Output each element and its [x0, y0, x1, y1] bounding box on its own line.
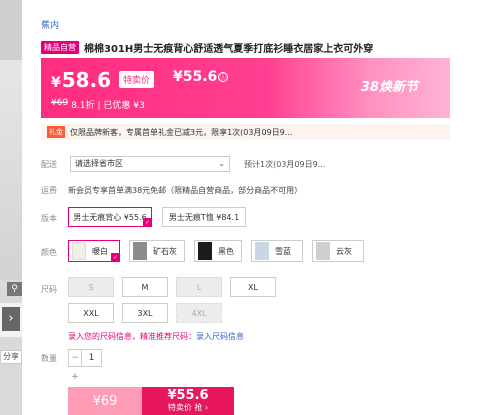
delivery-region-select[interactable]: 请选择省市区 ⌄ [70, 156, 230, 172]
color-option[interactable]: 雪蓝 [251, 240, 303, 262]
color-swatch [72, 242, 86, 260]
version-option[interactable]: 男士无痕背心 ¥55.6 [68, 207, 152, 227]
color-option[interactable]: 暖白 [68, 240, 120, 262]
color-option[interactable]: 矿石灰 [129, 240, 185, 262]
color-swatch [255, 242, 269, 260]
gallery-main-image[interactable] [0, 60, 22, 280]
gallery-next-arrow[interactable]: › [2, 307, 20, 331]
brand-tag: 精品自营 [41, 41, 79, 54]
size-help-text: 录入您的尺码信息，精准推荐尺码： [68, 332, 196, 341]
size-option[interactable]: XXL [68, 303, 114, 323]
special-price-value: ¥55.6 [173, 69, 218, 85]
buy-now-button[interactable]: ¥69 [68, 387, 142, 415]
delivery-time: 预计1次(03月09日9... [244, 160, 326, 169]
color-swatch [198, 242, 212, 260]
size-option[interactable]: 4XL [176, 303, 222, 323]
color-label: 颜色 [41, 248, 57, 257]
chevron-down-icon: ⌄ [218, 159, 225, 168]
color-swatch [316, 242, 330, 260]
store-name-link[interactable]: 蕉内 [41, 18, 59, 31]
quantity-minus-button[interactable]: − [68, 349, 82, 367]
saved-amount: | 已优惠 ¥3 [97, 101, 145, 111]
color-option[interactable]: 云灰 [312, 240, 364, 262]
price-breakdown: ¥69 8.1折 | 已优惠 ¥3 [51, 98, 145, 111]
color-option[interactable]: 黑色 [194, 240, 242, 262]
discount-rate: 8.1折 [71, 101, 95, 111]
special-price-badge: 特卖价 [119, 71, 155, 88]
coupon-tag: 礼金 [47, 126, 65, 138]
delivery-label: 配送 [41, 160, 57, 169]
size-entry-link[interactable]: 录入尺码信息 [196, 332, 244, 341]
freight-label: 运费 [41, 186, 57, 195]
size-option[interactable]: L [176, 277, 222, 297]
size-help: 录入您的尺码信息，精准推荐尺码：录入尺码信息 [68, 331, 244, 342]
quantity-input[interactable]: 1 [82, 349, 102, 367]
coupon-row[interactable]: 礼金 仅限品牌新客，专属首单礼金已减3元，限享1次(03月09日9... [41, 124, 450, 140]
original-price: ¥69 [51, 98, 69, 108]
color-swatch [133, 242, 147, 260]
magnifier-icon[interactable]: ⚲ [7, 282, 22, 296]
price-panel: ¥ 58.6 特卖价 ¥55.6 ⓘ ¥69 8.1折 | 已优惠 ¥3 38焕… [41, 58, 450, 118]
special-price-buy-button[interactable]: ¥55.6 特卖价 抢 › [142, 387, 234, 415]
size-label: 尺码 [41, 285, 57, 294]
quantity-plus-button[interactable]: + [68, 370, 82, 384]
size-option[interactable]: S [68, 277, 114, 297]
size-option[interactable]: XL [230, 277, 276, 297]
share-button[interactable]: 分享 [0, 350, 22, 364]
version-option[interactable]: 男士无痕T恤 ¥84.1 [162, 207, 246, 227]
festival-banner: 38焕新节 [360, 80, 418, 95]
product-title-row: 精品自营 棉棉301H男士无痕背心舒适透气夏季打底衫睡衣居家上衣可外穿 [41, 40, 373, 55]
freight-text: 新会员专享首单满38元免邮（限精品自营商品，部分商品不可用） [68, 186, 303, 195]
info-icon[interactable]: ⓘ [218, 72, 228, 82]
current-price-value: 58.6 [61, 68, 112, 92]
quantity-stepper: − 1 [68, 349, 102, 367]
quantity-label: 数量 [41, 354, 57, 363]
version-label: 版本 [41, 214, 57, 223]
product-gallery: ⚲ › 分享 [0, 0, 22, 415]
coupon-text: 仅限品牌新客，专属首单礼金已减3元，限享1次(03月09日9... [70, 127, 293, 137]
current-price: ¥ 58.6 [51, 68, 112, 92]
size-option[interactable]: M [122, 277, 168, 297]
size-option[interactable]: 3XL [122, 303, 168, 323]
gallery-image-top [0, 0, 22, 60]
product-title: 棉棉301H男士无痕背心舒适透气夏季打底衫睡衣居家上衣可外穿 [84, 44, 374, 55]
